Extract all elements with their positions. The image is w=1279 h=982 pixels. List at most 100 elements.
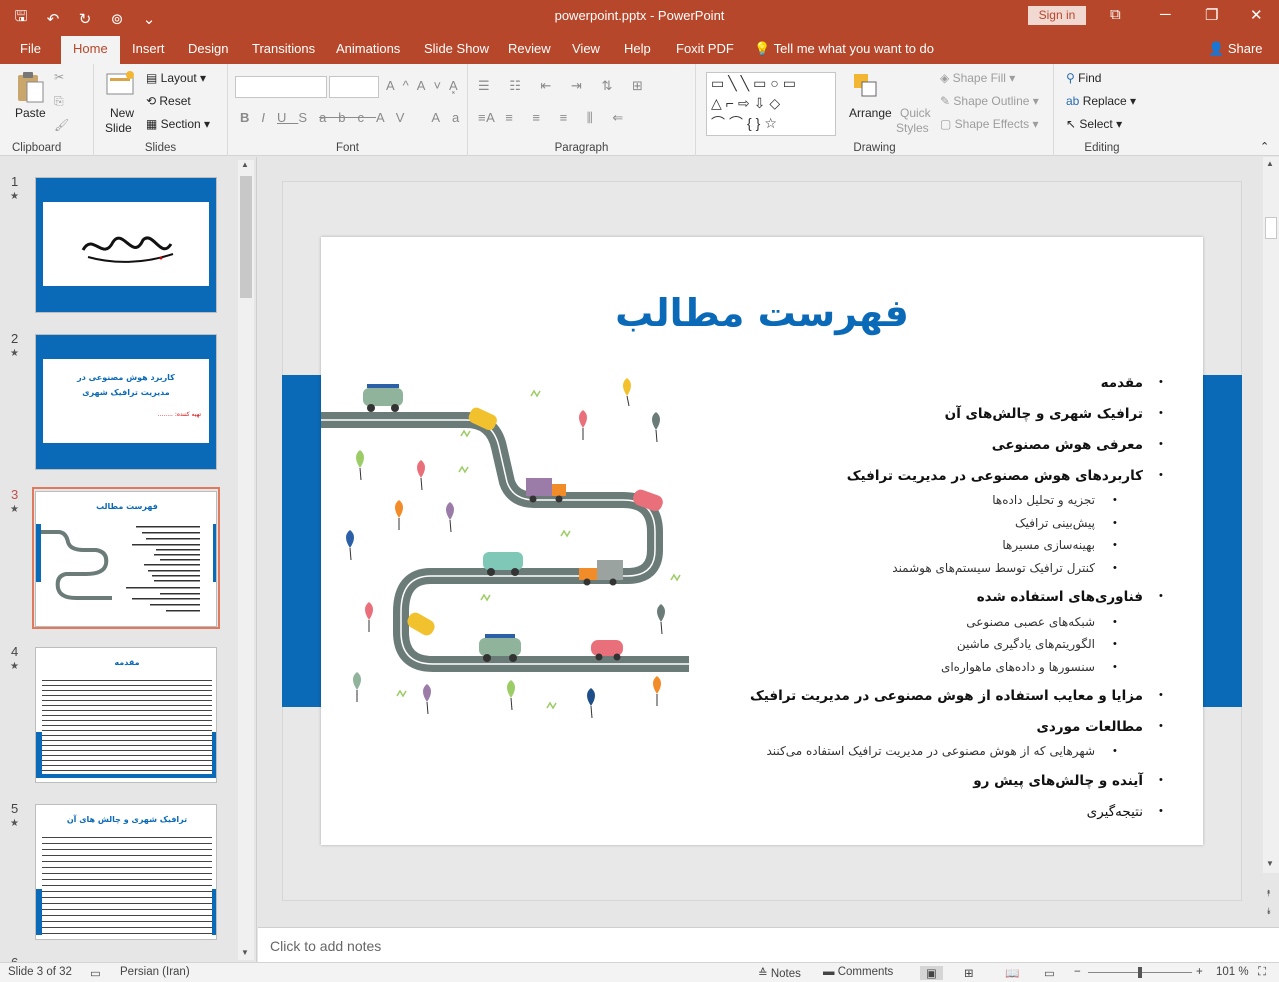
tab-review[interactable]: Review	[508, 41, 551, 56]
arrange-label[interactable]: Arrange	[849, 106, 892, 120]
tab-help[interactable]: Help	[624, 41, 651, 56]
section-label: Section	[160, 117, 201, 131]
reading-view-icon[interactable]: 📖	[1005, 966, 1019, 980]
copy-icon[interactable]: ⎘	[54, 94, 64, 109]
shape-effects-button[interactable]: ▢ Shape Effects ▾	[940, 117, 1039, 131]
thumb-2-line1: کاربرد هوش مصنوعی در	[77, 373, 175, 382]
new-slide-label-2[interactable]: Slide	[105, 121, 132, 135]
clipboard-group: Paste ✂ ⎘ 🖌 Clipboard	[0, 64, 94, 156]
tell-me-box[interactable]: 💡 Tell me what you want to do	[754, 41, 934, 57]
previous-slide-icon[interactable]: ⯭	[1266, 888, 1271, 899]
slide-thumbnail-1[interactable]	[35, 177, 217, 313]
zoom-out-icon[interactable]: −	[1074, 966, 1081, 978]
font-name-combo[interactable]	[235, 76, 327, 98]
next-slide-icon[interactable]: ⯯	[1266, 906, 1271, 917]
thumbnail-scroll-thumb[interactable]	[240, 176, 252, 298]
toc-subitem: پیش‌بینی ترافیک	[1015, 516, 1095, 530]
scroll-down-icon[interactable]: ▼	[241, 948, 249, 957]
slide-thumbnail-4[interactable]: مقدمه	[35, 647, 217, 783]
scroll-down-icon[interactable]: ▼	[1266, 859, 1274, 868]
notes-pane[interactable]: Click to add notes	[258, 927, 1279, 962]
slideshow-icon[interactable]: ▭	[1044, 966, 1055, 980]
new-slide-icon[interactable]	[106, 70, 138, 102]
section-icon: ▦	[146, 117, 161, 131]
slide-thumbnail-3[interactable]: فهرست مطالب	[35, 491, 217, 627]
normal-view-icon[interactable]: ▣	[920, 966, 943, 980]
animation-star-icon: ★	[10, 661, 19, 672]
ribbon-display-options-icon[interactable]: ⧉	[1110, 6, 1121, 23]
font-group-label: Font	[335, 142, 359, 154]
tab-transitions[interactable]: Transitions	[252, 41, 315, 56]
spelling-icon[interactable]: ▭	[90, 966, 101, 980]
slide-thumbnail-2[interactable]: کاربرد هوش مصنوعی در مدیریت ترافیک شهری …	[35, 334, 217, 470]
font-format-buttons[interactable]: BIUSabcAV Aa A	[240, 110, 507, 125]
tab-animations[interactable]: Animations	[336, 41, 400, 56]
shapes-gallery[interactable]: ▭╲╲▭○▭ △⌐⇨⇩◇ ⌒⌒{}☆	[706, 72, 836, 136]
paragraph-group-label: Paragraph	[554, 142, 609, 154]
close-icon[interactable]: ✕	[1250, 6, 1263, 24]
format-painter-icon[interactable]: 🖌	[54, 118, 69, 132]
paste-label[interactable]: Paste	[15, 106, 46, 120]
tab-home[interactable]: Home	[61, 36, 120, 64]
slide-sorter-icon[interactable]: ⊞	[964, 966, 974, 980]
cut-icon[interactable]: ✂	[54, 70, 64, 84]
comments-button[interactable]: ▬ Comments	[823, 966, 893, 978]
arrange-icon[interactable]	[852, 72, 884, 104]
bullet-icon: •	[1159, 376, 1163, 388]
thumb-2-line2: مدیریت ترافیک شهری	[82, 388, 170, 397]
lightbulb-icon: 💡	[754, 41, 774, 56]
car-icon	[407, 612, 435, 636]
select-button[interactable]: ↖ Select ▾	[1066, 117, 1122, 131]
slide-scrollbar[interactable]: ▲ ▼	[1263, 157, 1279, 873]
quick-styles-label-1[interactable]: Quick	[900, 106, 931, 120]
slide-counter: Slide 3 of 32	[8, 966, 72, 978]
zoom-in-icon[interactable]: +	[1196, 966, 1203, 978]
thumb-4-text-block	[42, 678, 212, 774]
slide-thumbnail-5[interactable]: ترافیک شهری و چالش های آن	[35, 804, 217, 940]
tab-insert[interactable]: Insert	[132, 41, 165, 56]
current-slide[interactable]: فهرست مطالب	[321, 237, 1203, 845]
tab-foxit-pdf[interactable]: Foxit PDF	[676, 41, 734, 56]
new-slide-label-1[interactable]: New	[110, 106, 134, 120]
shape-fill-button[interactable]: ◈ Shape Fill ▾	[940, 71, 1015, 85]
zoom-level[interactable]: 101 %	[1216, 966, 1249, 978]
share-button[interactable]: 👤 Share	[1208, 41, 1263, 57]
tab-view[interactable]: View	[572, 41, 600, 56]
thumb-number: 5	[11, 801, 19, 816]
list-buttons[interactable]: ☰ ☷ ⇤ ⇥ ⇅ ⊞	[478, 78, 651, 94]
toc-item-text: کاربردهای هوش مصنوعی در مدیریت ترافیک	[846, 468, 1143, 484]
replace-button[interactable]: ab Replace ▾	[1066, 94, 1136, 108]
toc-subitem: سنسورها و داده‌های ماهواره‌ای	[941, 660, 1095, 674]
minimize-icon[interactable]: ─	[1160, 6, 1171, 23]
editing-group: ⚲ Find ab Replace ▾ ↖ Select ▾ Editing	[1054, 64, 1150, 156]
quick-styles-label-2[interactable]: Styles	[896, 121, 929, 135]
font-size-buttons[interactable]: A^A˅A͓	[386, 78, 466, 93]
collapse-ribbon-icon[interactable]: ⌃	[1260, 140, 1269, 153]
font-size-combo[interactable]	[329, 76, 379, 98]
drawing-group: ▭╲╲▭○▭ △⌐⇨⇩◇ ⌒⌒{}☆ Arrange Quick Styles ◈ …	[696, 64, 1054, 156]
sign-in-button[interactable]: Sign in	[1028, 6, 1086, 25]
thumbnail-scrollbar[interactable]: ▲ ▼	[238, 160, 254, 960]
tree-icon	[657, 604, 665, 635]
slide-title[interactable]: فهرست مطالب	[321, 291, 1203, 335]
shape-outline-button[interactable]: ✎ Shape Outline ▾	[940, 94, 1039, 108]
section-button[interactable]: ▦ Section ▾	[146, 117, 210, 131]
tab-design[interactable]: Design	[188, 41, 228, 56]
paste-icon[interactable]	[15, 70, 47, 103]
find-button[interactable]: ⚲ Find	[1066, 71, 1101, 85]
reset-button[interactable]: ⟲ Reset	[146, 94, 191, 108]
layout-button[interactable]: ▤ Layout ▾	[146, 71, 206, 85]
fit-to-window-icon[interactable]: ⛶	[1258, 966, 1266, 979]
tab-file[interactable]: File	[20, 41, 41, 56]
zoom-slider-thumb[interactable]	[1138, 967, 1142, 978]
slide-scroll-thumb[interactable]	[1265, 217, 1277, 239]
language-indicator[interactable]: Persian (Iran)	[120, 966, 190, 978]
notes-placeholder[interactable]: Click to add notes	[270, 938, 381, 954]
scroll-up-icon[interactable]: ▲	[1266, 159, 1274, 168]
scroll-up-icon[interactable]: ▲	[241, 160, 249, 169]
notes-button[interactable]: ≙ Notes	[758, 966, 801, 980]
align-buttons[interactable]: ≡ ≡ ≡ ≡ ⫼ ⇐	[478, 110, 631, 126]
slides-group-label: Slides	[144, 142, 177, 154]
maximize-icon[interactable]: ❐	[1205, 6, 1218, 24]
tab-slide-show[interactable]: Slide Show	[424, 41, 489, 56]
